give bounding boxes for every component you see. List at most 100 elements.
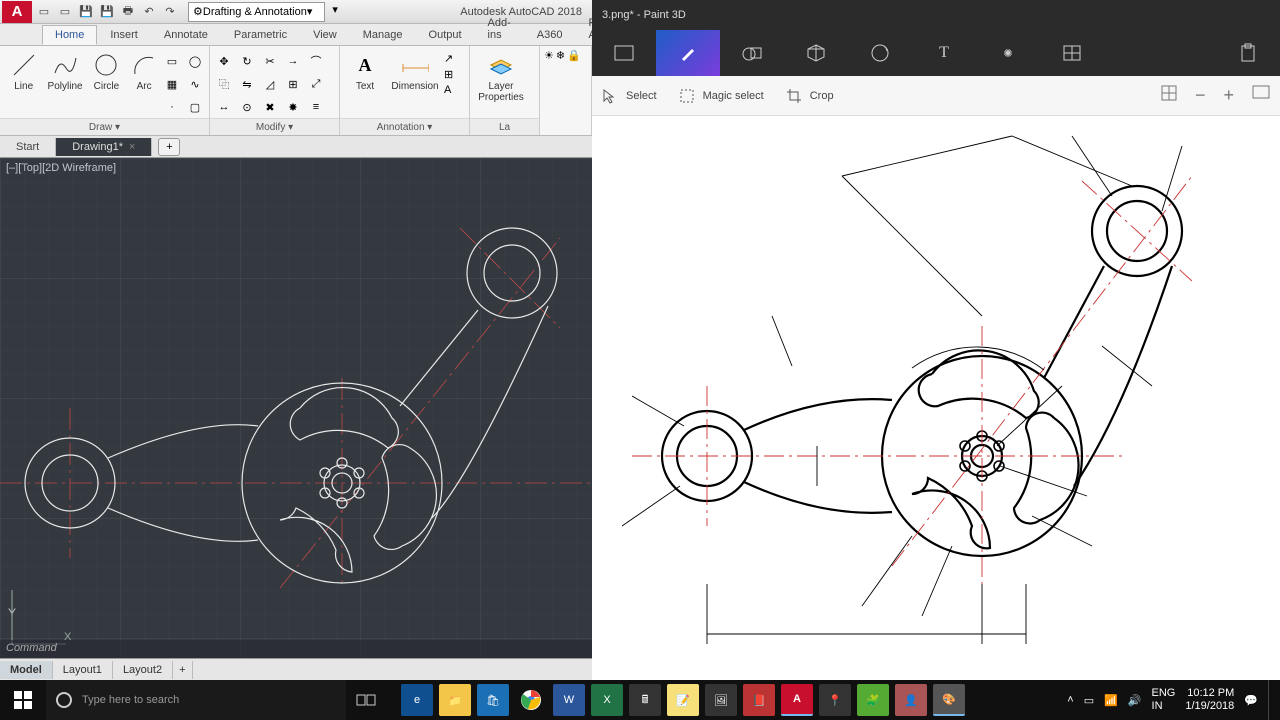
pin-photos[interactable]: 🖼 xyxy=(705,684,737,716)
plot-icon[interactable]: 🖶 xyxy=(119,3,137,21)
polyline-button[interactable]: Polyline xyxy=(45,49,84,92)
show-desktop-button[interactable] xyxy=(1268,680,1274,720)
tray-chevron-icon[interactable]: ˄ xyxy=(1067,694,1073,706)
tab-a360[interactable]: A360 xyxy=(524,25,576,45)
stretch-icon[interactable]: ↔ xyxy=(214,97,234,117)
panel-title-modify[interactable]: Modify ▾ xyxy=(210,118,339,135)
region-icon[interactable]: ▢ xyxy=(185,97,205,117)
notifications-icon[interactable]: 💬 xyxy=(1244,694,1258,707)
explode-icon[interactable]: ✸ xyxy=(283,97,303,117)
zoom-out-icon[interactable]: − xyxy=(1195,85,1206,106)
line-button[interactable]: Line xyxy=(4,49,43,92)
pin-calc[interactable]: 🖩 xyxy=(629,684,661,716)
new-drawing-button[interactable]: + xyxy=(158,138,180,156)
drawing-tab[interactable]: Drawing1*× xyxy=(56,138,152,156)
paint3d-titlebar[interactable]: 3.png* - Paint 3D xyxy=(592,0,1280,30)
pin-word[interactable]: W xyxy=(553,684,585,716)
task-view-icon[interactable] xyxy=(346,680,386,720)
table-icon[interactable]: ⊞ xyxy=(444,68,453,81)
pin-chrome[interactable] xyxy=(515,684,547,716)
text-button[interactable]: AText xyxy=(344,49,386,92)
pin-autocad[interactable]: A xyxy=(781,684,813,716)
pin-paint3d[interactable]: 🎨 xyxy=(933,684,965,716)
scale-icon[interactable]: ⤢ xyxy=(306,74,326,94)
panel-title-draw[interactable]: Draw ▾ xyxy=(0,118,209,135)
shapes3d-icon[interactable] xyxy=(784,30,848,76)
leader-icon[interactable]: ↗ xyxy=(444,52,453,65)
add-layout-button[interactable]: + xyxy=(173,661,192,679)
text-icon[interactable]: T xyxy=(912,30,976,76)
pin-reader[interactable]: 📕 xyxy=(743,684,775,716)
start-button[interactable] xyxy=(0,680,46,720)
effects-icon[interactable]: ✺ xyxy=(976,30,1040,76)
model-tab[interactable]: Model xyxy=(0,661,53,679)
fillet-icon[interactable]: ⌒ xyxy=(306,51,326,71)
search-box[interactable]: Type here to search xyxy=(46,680,346,720)
layer-state-icon[interactable]: ☀ xyxy=(544,49,554,62)
pin-misc1[interactable]: 🧩 xyxy=(857,684,889,716)
magic-select-tool[interactable]: Magic select xyxy=(679,88,764,104)
tab-parametric[interactable]: Parametric xyxy=(221,25,300,45)
copy-icon[interactable]: ⿻ xyxy=(214,74,234,94)
panel-title-layers[interactable]: La xyxy=(470,118,539,135)
save-icon[interactable]: 💾 xyxy=(77,3,95,21)
start-tab[interactable]: Start xyxy=(0,138,56,156)
redo-icon[interactable]: ↷ xyxy=(161,3,179,21)
offset-icon[interactable]: ⊙ xyxy=(237,97,257,117)
ellipse-icon[interactable]: ◯ xyxy=(185,51,205,71)
datetime[interactable]: 10:12 PM 1/19/2018 xyxy=(1185,687,1234,713)
drawing-viewport[interactable]: [–][Top][2D Wireframe] xyxy=(0,158,592,680)
layer-properties-button[interactable]: Layer Properties xyxy=(474,49,528,103)
chamfer-icon[interactable]: ◿ xyxy=(260,74,280,94)
rect-icon[interactable]: ▭ xyxy=(162,51,182,71)
tray-volume-icon[interactable]: 🔊 xyxy=(1128,694,1142,707)
pin-store[interactable]: 🛍 xyxy=(477,684,509,716)
workspace-dropdown[interactable]: ⚙ Drafting & Annotation ▾ xyxy=(188,2,325,22)
fit-icon[interactable] xyxy=(1252,85,1270,106)
pin-misc2[interactable]: 👤 xyxy=(895,684,927,716)
pin-excel[interactable]: X xyxy=(591,684,623,716)
point-icon[interactable]: · xyxy=(162,97,182,117)
dimension-button[interactable]: Dimension xyxy=(388,49,442,92)
tab-addins[interactable]: Add-ins xyxy=(475,13,524,45)
command-line[interactable]: Command xyxy=(0,640,592,658)
qat-dropdown-icon[interactable]: ▾ xyxy=(332,3,350,21)
undo-icon[interactable]: ↶ xyxy=(140,3,158,21)
layout2-tab[interactable]: Layout2 xyxy=(113,661,173,679)
tab-insert[interactable]: Insert xyxy=(97,25,151,45)
overkill-icon[interactable]: ≡ xyxy=(306,97,326,117)
tab-manage[interactable]: Manage xyxy=(350,25,416,45)
zoom-in-icon[interactable]: + xyxy=(1223,85,1234,106)
grid-icon[interactable] xyxy=(1161,85,1177,106)
new-icon[interactable]: ▭ xyxy=(35,3,53,21)
pin-explorer[interactable]: 📁 xyxy=(439,684,471,716)
layer-lock-icon[interactable]: 🔒 xyxy=(567,49,581,62)
tab-output[interactable]: Output xyxy=(416,25,475,45)
mirror-icon[interactable]: ⇋ xyxy=(237,74,257,94)
clock[interactable]: ENG IN xyxy=(1152,687,1176,713)
layer-freeze-icon[interactable]: ❄ xyxy=(556,49,565,62)
hatch-icon[interactable]: ▦ xyxy=(162,74,182,94)
saveas-icon[interactable]: 💾 xyxy=(98,3,116,21)
erase-icon[interactable]: ✖ xyxy=(260,97,280,117)
layout1-tab[interactable]: Layout1 xyxy=(53,661,113,679)
extend-icon[interactable]: → xyxy=(283,51,303,71)
autocad-logo[interactable]: A xyxy=(2,1,32,23)
expand-icon[interactable] xyxy=(592,30,656,76)
shapes2d-icon[interactable] xyxy=(720,30,784,76)
stickers-icon[interactable] xyxy=(848,30,912,76)
arc-button[interactable]: Arc xyxy=(128,49,160,92)
canvas-icon[interactable] xyxy=(1040,30,1104,76)
panel-title-annotation[interactable]: Annotation ▾ xyxy=(340,118,469,135)
tray-wifi-icon[interactable]: 📶 xyxy=(1104,694,1118,707)
paint3d-canvas[interactable]: Ø30 Ø20 Ø30 Ø20 80 129° 2xR50 2xR100 Ø20… xyxy=(592,116,1280,680)
close-icon[interactable]: × xyxy=(129,141,135,153)
open-icon[interactable]: ▭ xyxy=(56,3,74,21)
rotate-icon[interactable]: ↻ xyxy=(237,51,257,71)
brush-icon[interactable] xyxy=(656,30,720,76)
tab-view[interactable]: View xyxy=(300,25,350,45)
circle-button[interactable]: Circle xyxy=(87,49,126,92)
pin-edge[interactable]: e xyxy=(401,684,433,716)
tab-home[interactable]: Home xyxy=(42,25,97,45)
pin-notes[interactable]: 📝 xyxy=(667,684,699,716)
